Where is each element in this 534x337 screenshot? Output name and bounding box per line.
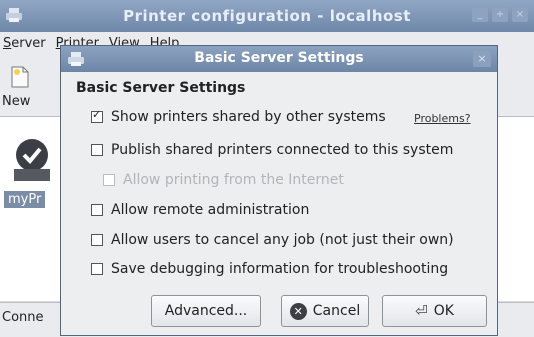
ok-button[interactable]: ⏎ OK	[382, 295, 487, 327]
dialog-titlebar[interactable]: Basic Server Settings ×	[61, 46, 497, 72]
enter-arrow-icon: ⏎	[415, 302, 428, 320]
advanced-button[interactable]: Advanced...	[151, 295, 261, 327]
allow-cancel-any-job-checkbox[interactable]: Allow users to cancel any job (not just …	[91, 232, 454, 248]
cancel-button-label: Cancel	[312, 303, 361, 319]
checkbox-label: Allow printing from the Internet	[123, 172, 344, 188]
printer-icon	[6, 135, 56, 189]
new-button-label: New	[2, 94, 31, 109]
cancel-icon: ✕	[289, 302, 307, 320]
window-close-button[interactable]: ×	[512, 8, 528, 22]
main-window-title: Printer configuration - localhost	[123, 7, 411, 25]
allow-remote-admin-checkbox[interactable]: Allow remote administration	[91, 202, 309, 218]
publish-shared-printers-checkbox[interactable]: Publish shared printers connected to thi…	[91, 142, 453, 158]
checkbox-box[interactable]	[91, 234, 103, 246]
show-shared-printers-checkbox[interactable]: Show printers shared by other systems	[91, 108, 386, 125]
checkbox-label: Allow remote administration	[111, 202, 310, 218]
maximize-button[interactable]: +	[492, 8, 508, 22]
window-controls: _ + ×	[472, 8, 528, 22]
main-window-titlebar[interactable]: Printer configuration - localhost _ + ×	[0, 0, 534, 32]
checkbox-box[interactable]	[91, 144, 103, 156]
dialog-close-button[interactable]: ×	[473, 51, 491, 67]
checkbox-box[interactable]	[91, 204, 103, 216]
checkbox-box[interactable]	[91, 263, 103, 275]
checkbox-label: Publish shared printers connected to thi…	[111, 142, 454, 158]
menu-server[interactable]: Server	[3, 32, 46, 56]
save-debug-info-checkbox[interactable]: Save debugging information for troublesh…	[91, 261, 448, 277]
checkbox-label: Save debugging information for troublesh…	[111, 261, 449, 277]
allow-internet-printing-checkbox: Allow printing from the Internet	[103, 172, 344, 188]
checkbox-label: Allow users to cancel any job (not just …	[111, 232, 454, 248]
problems-link[interactable]: Problems?	[414, 112, 471, 125]
checkbox-box	[103, 174, 115, 186]
dialog-title: Basic Server Settings	[194, 50, 364, 66]
new-printer-button[interactable]: New	[0, 62, 40, 114]
basic-server-settings-dialog: Basic Server Settings × Basic Server Set…	[60, 45, 498, 336]
new-document-icon	[10, 66, 30, 92]
status-text: Conne	[2, 310, 44, 325]
cancel-button[interactable]: ✕ Cancel	[281, 295, 369, 327]
checkbox-box[interactable]	[91, 108, 103, 123]
printer-name: myPr	[4, 191, 46, 208]
ok-button-label: OK	[433, 303, 454, 319]
checkbox-label: Show printers shared by other systems	[111, 109, 386, 125]
minimize-button[interactable]: _	[472, 8, 488, 22]
settings-heading: Basic Server Settings	[76, 80, 246, 96]
advanced-button-label: Advanced...	[164, 303, 248, 319]
